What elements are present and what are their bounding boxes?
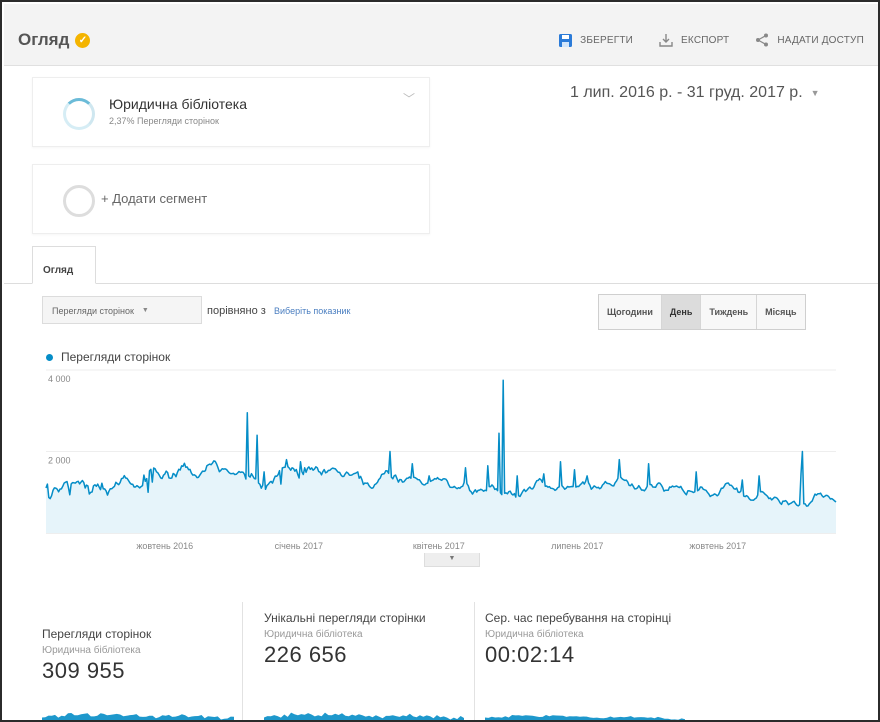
- scorecard-unique-pageviews[interactable]: Унікальні перегляди сторінки Юридична бі…: [264, 602, 464, 720]
- page-title: Огляд ✓: [18, 30, 91, 50]
- chart-expand-handle[interactable]: ▼: [424, 553, 480, 567]
- segment-name: Юридична бібліотека: [109, 96, 247, 112]
- segment-subtitle: 2,37% Перегляди сторінок: [109, 116, 219, 126]
- scorecard-title: Перегляди сторінок: [42, 627, 152, 641]
- scorecard-value: 226 656: [264, 642, 348, 667]
- scorecard-pageviews[interactable]: Перегляди сторінок Юридична бібліотека 3…: [42, 602, 234, 720]
- segment-ring-icon: [63, 98, 95, 130]
- sparkline: [485, 715, 685, 720]
- metric-select-value: Перегляди сторінок: [52, 306, 134, 316]
- scorecard-sparklines: [42, 712, 685, 720]
- scorecard-value: 309 955: [42, 658, 126, 683]
- analytics-window: Огляд ✓ ЗБЕРЕГТИ ЕКСПОРТ НАДАТИ ДОСТУП Ю…: [0, 0, 880, 722]
- scorecard-segment: Юридична бібліотека: [42, 645, 141, 656]
- metric-select[interactable]: Перегляди сторінок ▼: [42, 296, 202, 324]
- granularity-week-button[interactable]: Тиждень: [701, 295, 758, 329]
- share-icon: [756, 33, 769, 47]
- card-divider: [242, 602, 243, 720]
- save-icon: [559, 33, 573, 47]
- tab-strip: [4, 283, 878, 284]
- tab-overview[interactable]: Огляд: [32, 246, 96, 284]
- granularity-month-button[interactable]: Місяць: [757, 295, 805, 329]
- tab-overview-label: Огляд: [43, 265, 74, 276]
- share-button[interactable]: НАДАТИ ДОСТУП: [755, 33, 864, 47]
- scorecard-value: 00:02:14: [485, 642, 575, 667]
- scorecard-title: Сер. час перебування на сторінці: [485, 611, 672, 625]
- date-range-text: 1 лип. 2016 р. - 31 груд. 2017 р.: [570, 84, 803, 101]
- pick-metric-link[interactable]: Виберіть показник: [274, 306, 350, 316]
- scorecard-title: Унікальні перегляди сторінки: [264, 611, 426, 625]
- granularity-hourly-button[interactable]: Щогодини: [599, 295, 662, 329]
- export-button[interactable]: ЕКСПОРТ: [659, 33, 729, 47]
- add-segment-card[interactable]: + Додати сегмент: [32, 164, 430, 234]
- export-label: ЕКСПОРТ: [681, 34, 730, 46]
- save-label: ЗБЕРЕГТИ: [580, 34, 634, 46]
- dropdown-arrow-icon: ▼: [141, 307, 149, 314]
- share-label: НАДАТИ ДОСТУП: [777, 34, 864, 46]
- chevron-down-icon[interactable]: ﹀: [403, 90, 415, 107]
- caret-down-icon: ▼: [810, 88, 820, 98]
- scorecard-segment: Юридична бібліотека: [264, 629, 363, 640]
- legend-dot-icon: [46, 353, 53, 361]
- granularity-day-button[interactable]: День: [661, 295, 702, 329]
- page-title-text: Огляд: [18, 30, 70, 49]
- scorecard-segment: Юридична бібліотека: [485, 629, 584, 640]
- page-header: Огляд ✓ ЗБЕРЕГТИ ЕКСПОРТ НАДАТИ ДОСТУП: [4, 4, 878, 66]
- expand-arrow-icon: ▼: [448, 555, 456, 562]
- sparkline: [42, 713, 234, 720]
- chart-legend: Перегляди сторінок: [46, 350, 170, 364]
- header-actions: ЗБЕРЕГТИ ЕКСПОРТ НАДАТИ ДОСТУП: [559, 33, 864, 47]
- card-divider: [474, 602, 475, 720]
- legend-label: Перегляди сторінок: [61, 350, 171, 364]
- save-button[interactable]: ЗБЕРЕГТИ: [559, 33, 633, 47]
- empty-segment-ring-icon: [63, 185, 95, 217]
- verified-badge-icon: ✓: [75, 32, 91, 48]
- export-icon: [659, 34, 673, 47]
- granularity-toggle: Щогодини День Тиждень Місяць: [598, 294, 806, 330]
- scorecard-avg-time[interactable]: Сер. час перебування на сторінці Юридичн…: [485, 602, 685, 720]
- compare-text: порівняно з: [207, 305, 266, 317]
- add-segment-label: + Додати сегмент: [101, 191, 208, 206]
- segment-card-library[interactable]: Юридична бібліотека 2,37% Перегляди стор…: [32, 77, 430, 147]
- date-range-picker[interactable]: 1 лип. 2016 р. - 31 груд. 2017 р. ▼: [570, 84, 820, 102]
- sparkline: [264, 712, 464, 720]
